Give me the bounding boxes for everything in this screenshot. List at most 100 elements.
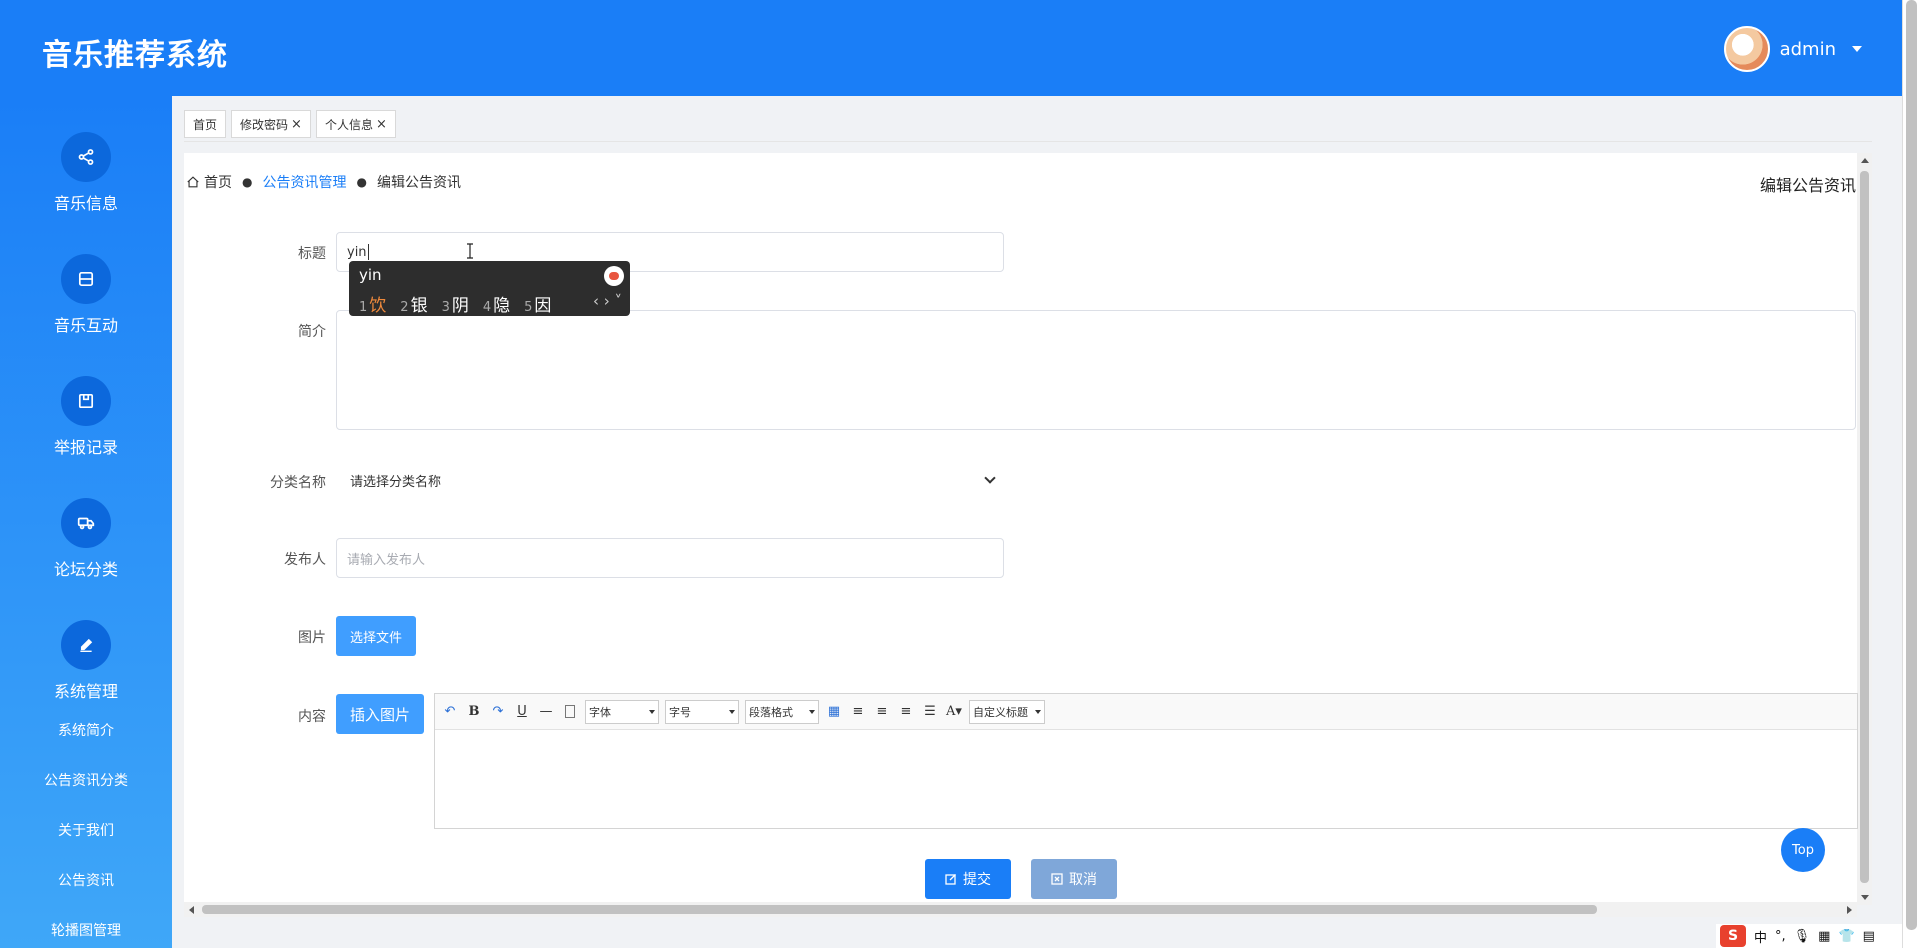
redo-icon[interactable]: ↷ bbox=[489, 703, 507, 721]
category-select[interactable]: 请选择分类名称 bbox=[336, 460, 1004, 500]
custom-heading-select[interactable]: 自定义标题 bbox=[969, 699, 1045, 724]
publisher-input[interactable]: 请输入发布人 bbox=[336, 538, 1004, 578]
ime-page-nav[interactable]: ‹ › ˅ bbox=[593, 292, 622, 310]
ime-candidate[interactable]: 3阴 bbox=[442, 291, 469, 316]
sidebar-item-music-interaction[interactable]: 音乐互动 bbox=[0, 254, 172, 336]
microphone-icon[interactable]: 🎙 bbox=[1794, 929, 1811, 944]
horizontal-scrollbar[interactable] bbox=[184, 902, 1857, 917]
font-color-icon[interactable]: A▾ bbox=[945, 703, 963, 721]
window-scrollbar-thumb[interactable] bbox=[1906, 0, 1917, 930]
close-icon[interactable]: × bbox=[291, 117, 302, 132]
ime-candidate[interactable]: 2银 bbox=[400, 291, 427, 316]
paragraph-format-select[interactable]: 段落格式 bbox=[745, 699, 819, 724]
scroll-up-icon[interactable] bbox=[1861, 158, 1869, 163]
sidebar-subitem-carousel[interactable]: 轮播图管理 bbox=[0, 920, 172, 940]
align-left-icon[interactable]: ≡ bbox=[849, 703, 867, 721]
share-icon bbox=[61, 132, 111, 182]
align-center-icon[interactable]: ≡ bbox=[897, 703, 915, 721]
scroll-down-icon[interactable] bbox=[1861, 895, 1869, 900]
page-icon[interactable] bbox=[561, 703, 579, 721]
scroll-left-icon[interactable] bbox=[189, 906, 194, 914]
submit-button[interactable]: 提交 bbox=[925, 859, 1011, 899]
sidebar-item-system-management[interactable]: 系统管理 bbox=[0, 620, 172, 702]
truck-icon bbox=[61, 498, 111, 548]
home-icon bbox=[187, 176, 199, 188]
align-right-icon[interactable]: ≡ bbox=[873, 703, 891, 721]
scroll-right-icon[interactable] bbox=[1847, 906, 1852, 914]
undo-icon[interactable]: ↶ bbox=[441, 703, 459, 721]
ime-language[interactable]: 中 bbox=[1754, 927, 1767, 946]
sidebar-item-label: 系统管理 bbox=[53, 682, 118, 701]
underline-icon[interactable]: U bbox=[513, 703, 531, 721]
chevron-down-icon bbox=[984, 472, 996, 484]
breadcrumb-separator: ● bbox=[356, 175, 367, 189]
cancel-icon bbox=[1051, 873, 1063, 885]
sidebar-item-label: 音乐信息 bbox=[53, 194, 118, 213]
caret-down-icon[interactable] bbox=[1852, 46, 1862, 52]
sidebar-subitem-notice-category[interactable]: 公告资讯分类 bbox=[0, 770, 172, 790]
publisher-label: 发布人 bbox=[284, 552, 326, 568]
intro-textarea[interactable] bbox=[336, 310, 1856, 430]
horizontal-rule-icon[interactable]: — bbox=[537, 703, 555, 721]
breadcrumb-section[interactable]: 公告资讯管理 bbox=[262, 172, 346, 192]
ime-candidate-index: 4 bbox=[482, 300, 492, 315]
sidebar: 音乐信息 音乐互动 举报记录 论坛分类 系统管理 系统简介 公告资讯分类 关于我… bbox=[0, 96, 172, 948]
tab-divider bbox=[184, 141, 1872, 142]
intro-label: 简介 bbox=[298, 324, 326, 340]
table-icon[interactable]: ▦ bbox=[825, 703, 843, 721]
tab-label: 首页 bbox=[193, 117, 218, 132]
ime-candidate-index: 2 bbox=[400, 300, 409, 315]
app-title: 音乐推荐系统 bbox=[42, 38, 228, 73]
font-size-label: 字号 bbox=[669, 705, 691, 719]
main-vertical-scrollbar-thumb[interactable] bbox=[1860, 171, 1869, 883]
avatar[interactable] bbox=[1723, 26, 1770, 72]
window-scrollbar[interactable] bbox=[1902, 0, 1920, 948]
keyboard-icon[interactable]: ▦ bbox=[1818, 929, 1830, 944]
font-family-select[interactable]: 字体 bbox=[585, 699, 659, 724]
breadcrumb-home[interactable]: 首页 bbox=[204, 172, 232, 192]
image-label: 图片 bbox=[298, 630, 326, 646]
title-label: 标题 bbox=[298, 246, 326, 262]
insert-image-button[interactable]: 插入图片 bbox=[336, 694, 424, 734]
sidebar-item-label: 音乐互动 bbox=[53, 316, 118, 335]
breadcrumb: 首页 ● 公告资讯管理 ● 编辑公告资讯 bbox=[186, 172, 461, 192]
shirt-icon[interactable]: 👕 bbox=[1838, 929, 1854, 944]
sidebar-subitem-system-intro[interactable]: 系统简介 bbox=[0, 720, 172, 740]
horizontal-scrollbar-thumb[interactable] bbox=[202, 905, 1597, 914]
cancel-label: 取消 bbox=[1069, 872, 1097, 888]
tab-home[interactable]: 首页 bbox=[184, 110, 227, 138]
user-menu[interactable]: admin bbox=[1723, 26, 1862, 72]
sidebar-item-forum-category[interactable]: 论坛分类 bbox=[0, 498, 172, 580]
sidebar-subitem-notices[interactable]: 公告资讯 bbox=[0, 870, 172, 890]
sogou-logo-icon bbox=[604, 266, 624, 286]
user-name[interactable]: admin bbox=[1780, 39, 1836, 60]
ime-candidate[interactable]: 5因 bbox=[524, 291, 551, 316]
tab-personal-info[interactable]: 个人信息 × bbox=[315, 110, 396, 138]
sidebar-subitem-about-us[interactable]: 关于我们 bbox=[0, 820, 172, 840]
tab-change-password[interactable]: 修改密码 × bbox=[231, 110, 311, 138]
dropdown-icon bbox=[809, 709, 815, 714]
editor-toolbar: ↶ B ↷ U — 字体 字号 段落格式 ▦ ≡ ≡ ≡ ☰ A▾ 自定义标题 bbox=[435, 694, 1857, 730]
font-size-select[interactable]: 字号 bbox=[665, 699, 739, 724]
ime-candidate[interactable]: 4隐 bbox=[483, 291, 510, 316]
sidebar-item-music-info[interactable]: 音乐信息 bbox=[0, 132, 172, 214]
choose-file-button[interactable]: 选择文件 bbox=[336, 616, 416, 656]
dropdown-icon bbox=[1035, 709, 1041, 714]
content-label: 内容 bbox=[298, 709, 326, 725]
cancel-button[interactable]: 取消 bbox=[1031, 859, 1117, 899]
punctuation-icon[interactable]: °, bbox=[1775, 929, 1786, 944]
align-justify-icon[interactable]: ☰ bbox=[921, 703, 939, 721]
back-to-top-button[interactable]: Top bbox=[1781, 828, 1825, 872]
dropdown-icon bbox=[649, 709, 655, 714]
sogou-icon[interactable]: S bbox=[1720, 925, 1746, 947]
ime-candidate-char: 银 bbox=[410, 296, 428, 316]
ime-candidate-index: 1 bbox=[359, 300, 368, 315]
category-label: 分类名称 bbox=[270, 475, 326, 491]
sidebar-item-report-records[interactable]: 举报记录 bbox=[0, 376, 172, 458]
ime-candidate[interactable]: 1饮 bbox=[359, 291, 386, 316]
ime-candidate-char: 因 bbox=[534, 296, 552, 316]
bold-icon[interactable]: B bbox=[465, 703, 483, 721]
grid-icon[interactable]: ▤ bbox=[1863, 929, 1875, 944]
main-vertical-scrollbar[interactable] bbox=[1857, 153, 1872, 905]
close-icon[interactable]: × bbox=[376, 117, 387, 132]
